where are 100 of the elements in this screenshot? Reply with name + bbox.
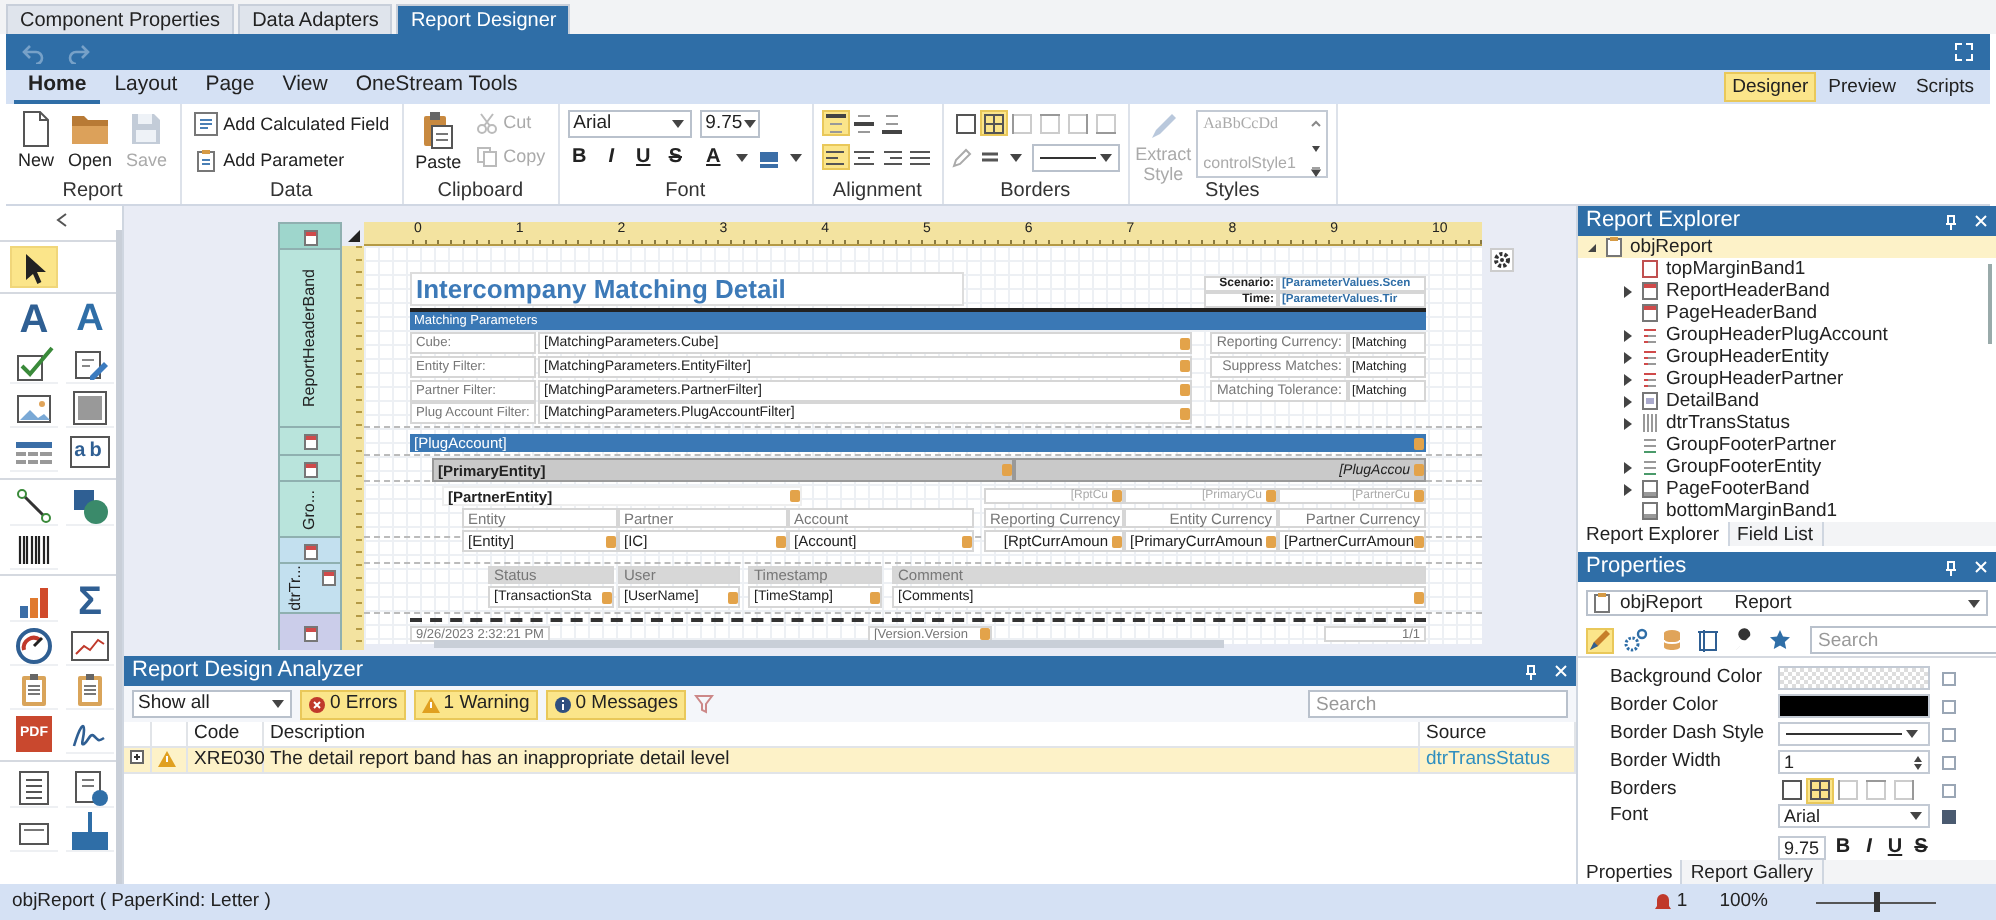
font-dropdown[interactable]: Arial <box>567 110 692 138</box>
crossband-tool[interactable] <box>66 810 114 852</box>
panel-tool[interactable] <box>66 386 114 428</box>
tab[interactable]: Report Designer <box>396 4 571 34</box>
richtext-tool[interactable]: A <box>66 298 114 340</box>
checkedit-tool[interactable] <box>10 342 58 384</box>
view-mode-tab[interactable]: Scripts <box>1907 72 1982 102</box>
group-band[interactable] <box>278 426 342 454</box>
tree-item[interactable]: GroupHeaderPlugAccount <box>1578 324 1996 346</box>
color-swatch[interactable] <box>1778 666 1930 690</box>
tree-item[interactable]: topMarginBand1 <box>1578 258 1996 280</box>
search-field[interactable]: Search <box>1308 690 1568 718</box>
align-left-button[interactable] <box>821 144 850 170</box>
border-none-button[interactable] <box>1778 777 1806 803</box>
fullscreen-button[interactable] <box>1954 42 1974 62</box>
pin-button[interactable] <box>1524 663 1538 679</box>
layout-tab[interactable] <box>1694 627 1722 653</box>
underline-button[interactable]: U <box>631 146 656 170</box>
border-all-button[interactable] <box>979 110 1008 136</box>
expander-icon[interactable] <box>1622 329 1634 341</box>
font-color-button[interactable]: A <box>701 146 726 170</box>
sum-tool[interactable]: Σ <box>66 580 114 622</box>
expander-icon[interactable] <box>1622 285 1634 297</box>
group-band[interactable] <box>278 454 342 480</box>
underline-button[interactable]: U <box>1886 836 1904 860</box>
tab[interactable]: Data Adapters <box>238 4 393 34</box>
bold-button[interactable]: B <box>1834 836 1852 860</box>
expander-icon[interactable] <box>1622 417 1634 429</box>
param-button[interactable]: Add Parameter <box>189 146 394 174</box>
favorites-tab[interactable] <box>1766 627 1794 653</box>
strikethrough-button[interactable]: S <box>663 146 688 170</box>
footer-band[interactable] <box>278 612 342 650</box>
expander-icon[interactable] <box>1622 461 1634 473</box>
toc-tool[interactable] <box>10 766 58 808</box>
gauge-tool[interactable] <box>10 624 58 666</box>
tab[interactable]: Component Properties <box>6 4 235 34</box>
group-band[interactable]: Gro... <box>278 480 342 536</box>
margin-band[interactable] <box>278 222 342 248</box>
header-band[interactable]: ReportHeaderBand <box>278 248 342 426</box>
pointer-tool[interactable] <box>10 246 58 288</box>
slider-thumb[interactable] <box>1873 892 1879 912</box>
align-middle-button[interactable] <box>849 110 878 136</box>
pin-button[interactable] <box>1944 213 1958 229</box>
view-mode-tab[interactable]: Designer <box>1724 72 1817 102</box>
tree-item[interactable]: GroupHeaderPartner <box>1578 368 1996 390</box>
ribbon-tab[interactable]: View <box>268 70 342 104</box>
italic-button[interactable]: I <box>1860 836 1878 860</box>
font-dropdown[interactable]: Arial <box>1778 804 1930 828</box>
new-button[interactable]: New <box>14 110 59 180</box>
search-field[interactable]: Search <box>1810 626 1996 654</box>
tree-item[interactable]: ReportHeaderBand <box>1578 280 1996 302</box>
tree-item[interactable]: PageFooterBand <box>1578 478 1996 500</box>
calc-button[interactable]: Add Calculated Field <box>189 110 394 138</box>
subreport-tool[interactable] <box>10 668 58 710</box>
align-top-button[interactable] <box>821 110 850 136</box>
behavior-tab[interactable] <box>1622 627 1650 653</box>
line-style-dropdown[interactable] <box>1778 722 1930 746</box>
ribbon-tab[interactable]: Page <box>191 70 269 104</box>
tree-item[interactable]: dtrTransStatus <box>1578 412 1996 434</box>
detail-band[interactable] <box>278 536 342 562</box>
zoom-slider[interactable] <box>1816 892 1936 912</box>
object-selector[interactable]: objReport Report <box>1586 590 1988 616</box>
warning-filter-button[interactable]: 1 Warning <box>413 689 538 719</box>
border-all-button[interactable] <box>1806 777 1834 803</box>
bold-button[interactable]: B <box>567 146 592 170</box>
tree-item[interactable]: GroupHeaderEntity <box>1578 346 1996 368</box>
panel-tab[interactable]: Report Explorer <box>1578 522 1730 546</box>
error-filter-button[interactable]: 0 Errors <box>300 689 406 719</box>
appearance-tab[interactable] <box>1586 627 1614 653</box>
border-top-button[interactable] <box>1862 777 1890 803</box>
charbox-tool[interactable]: ab <box>70 436 110 468</box>
paste-button[interactable]: Paste <box>411 110 466 180</box>
tree-item[interactable]: bottomMarginBand1 <box>1578 500 1996 522</box>
view-mode-tab[interactable]: Preview <box>1820 72 1904 102</box>
panel-tab[interactable]: Properties <box>1578 860 1683 884</box>
tree-item[interactable]: PageHeaderBand <box>1578 302 1996 324</box>
expander-icon[interactable] <box>1622 483 1634 495</box>
detail-report-band[interactable]: dtrTr... <box>278 562 342 612</box>
align-bottom-button[interactable] <box>877 110 906 136</box>
expander-icon[interactable] <box>1622 373 1634 385</box>
expand-icon[interactable] <box>130 750 144 764</box>
filter-dropdown[interactable]: Show all <box>132 690 292 718</box>
label-tool[interactable]: A <box>10 298 58 340</box>
italic-button[interactable]: I <box>599 146 624 170</box>
border-top-button[interactable] <box>1035 110 1064 136</box>
border-bottom-button[interactable] <box>1091 110 1120 136</box>
message-filter-button[interactable]: 0 Messages <box>545 689 686 719</box>
settings-button[interactable] <box>1490 248 1514 272</box>
ribbon-tab[interactable]: Home <box>14 70 101 104</box>
border-none-button[interactable] <box>951 110 980 136</box>
expander-icon[interactable] <box>1586 241 1598 253</box>
expander-icon[interactable] <box>1622 395 1634 407</box>
tree-item[interactable]: GroupFooterPartner <box>1578 434 1996 456</box>
open-button[interactable]: Open <box>64 110 117 180</box>
font-size-dropdown[interactable]: 9.75 <box>699 110 760 138</box>
tree-item[interactable]: GroupFooterEntity <box>1578 456 1996 478</box>
pin-button[interactable] <box>1944 559 1958 575</box>
tree-item[interactable]: DetailBand <box>1578 390 1996 412</box>
color-swatch[interactable] <box>1778 694 1930 718</box>
strikethrough-button[interactable]: S <box>1912 836 1930 860</box>
